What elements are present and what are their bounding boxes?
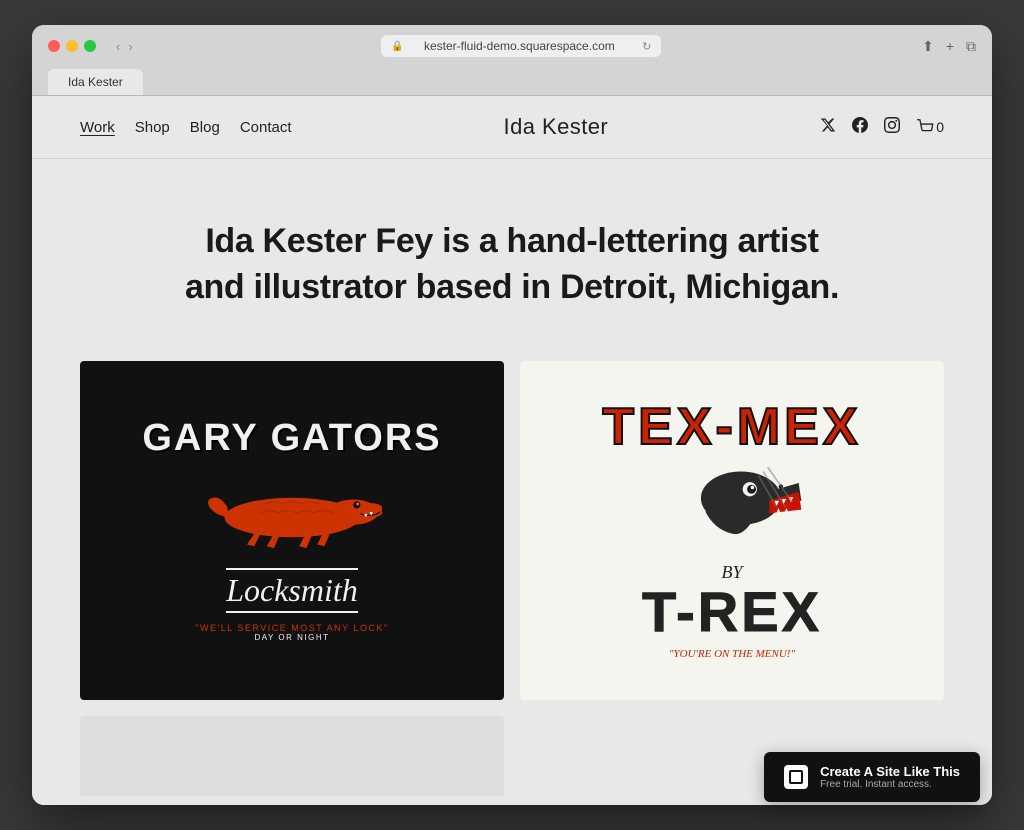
- browser-dots: [48, 40, 96, 52]
- gator-illustration: [202, 468, 382, 558]
- nav-work[interactable]: Work: [80, 119, 115, 136]
- browser-titlebar: ‹ › 🔒 ↻ ⬆ + ⧉: [48, 35, 976, 57]
- cart-count: 0: [936, 119, 944, 135]
- gary-tagline: "WE'LL SERVICE MOST ANY LOCK": [195, 623, 388, 633]
- maximize-button[interactable]: [84, 40, 96, 52]
- forward-button[interactable]: ›: [128, 39, 132, 54]
- nav-shop[interactable]: Shop: [135, 119, 170, 136]
- browser-controls: ‹ ›: [116, 39, 133, 54]
- nav-blog[interactable]: Blog: [190, 119, 220, 136]
- site-header: Work Shop Blog Contact Ida Kester 0: [32, 96, 992, 159]
- site-content: Work Shop Blog Contact Ida Kester 0: [32, 96, 992, 805]
- site-logo[interactable]: Ida Kester: [504, 114, 609, 140]
- trex-illustration: [652, 457, 812, 557]
- instagram-icon[interactable]: [884, 117, 900, 138]
- portfolio-item-gary-gators[interactable]: GARY GATORS: [80, 361, 504, 700]
- site-nav: Work Shop Blog Contact: [80, 119, 292, 136]
- facebook-icon[interactable]: [852, 117, 868, 138]
- portfolio-item-tex-mex[interactable]: TEX-MEX: [520, 361, 944, 700]
- minimize-button[interactable]: [66, 40, 78, 52]
- squarespace-banner[interactable]: Create A Site Like This Free trial. Inst…: [764, 752, 980, 802]
- nav-contact[interactable]: Contact: [240, 119, 292, 136]
- address-bar: 🔒 ↻: [145, 35, 898, 57]
- banner-sub-text: Free trial. Instant access.: [820, 779, 960, 790]
- new-tab-button[interactable]: +: [946, 38, 954, 54]
- share-button[interactable]: ⬆: [922, 38, 934, 55]
- browser-tab-bar: Ida Kester: [48, 69, 976, 95]
- portfolio-grid: GARY GATORS: [32, 361, 992, 716]
- gary-title: GARY GATORS: [142, 418, 441, 460]
- bottom-left-item[interactable]: [80, 716, 504, 796]
- hero-text: Ida Kester Fey is a hand-lettering artis…: [182, 219, 842, 311]
- tex-tagline: "YOU'RE ON THE MENU!": [540, 648, 924, 660]
- reload-icon[interactable]: ↻: [642, 40, 651, 53]
- browser-window: ‹ › 🔒 ↻ ⬆ + ⧉ Ida Kester Work Shop: [32, 25, 992, 805]
- site-hero: Ida Kester Fey is a hand-lettering artis…: [32, 159, 992, 361]
- squarespace-logo: [784, 765, 808, 789]
- browser-actions: ⬆ + ⧉: [922, 38, 976, 55]
- sidebar-button[interactable]: ⧉: [966, 38, 976, 55]
- gary-sub: DAY OR NIGHT: [254, 633, 329, 642]
- tex-mex-trex: T-REX: [540, 579, 924, 644]
- close-button[interactable]: [48, 40, 60, 52]
- site-social: 0: [820, 117, 944, 138]
- url-input[interactable]: [381, 35, 661, 57]
- banner-text: Create A Site Like This Free trial. Inst…: [820, 764, 960, 790]
- browser-chrome: ‹ › 🔒 ↻ ⬆ + ⧉ Ida Kester: [32, 25, 992, 96]
- tex-mex-title: TEX-MEX: [540, 401, 924, 453]
- active-tab[interactable]: Ida Kester: [48, 69, 143, 95]
- back-button[interactable]: ‹: [116, 39, 120, 54]
- twitter-icon[interactable]: [820, 117, 836, 138]
- banner-main-text: Create A Site Like This: [820, 764, 960, 779]
- sq-logo-inner: [789, 770, 803, 784]
- lock-icon: 🔒: [391, 41, 403, 52]
- cart-icon[interactable]: 0: [916, 119, 944, 135]
- gary-locksmith: Locksmith: [226, 566, 358, 615]
